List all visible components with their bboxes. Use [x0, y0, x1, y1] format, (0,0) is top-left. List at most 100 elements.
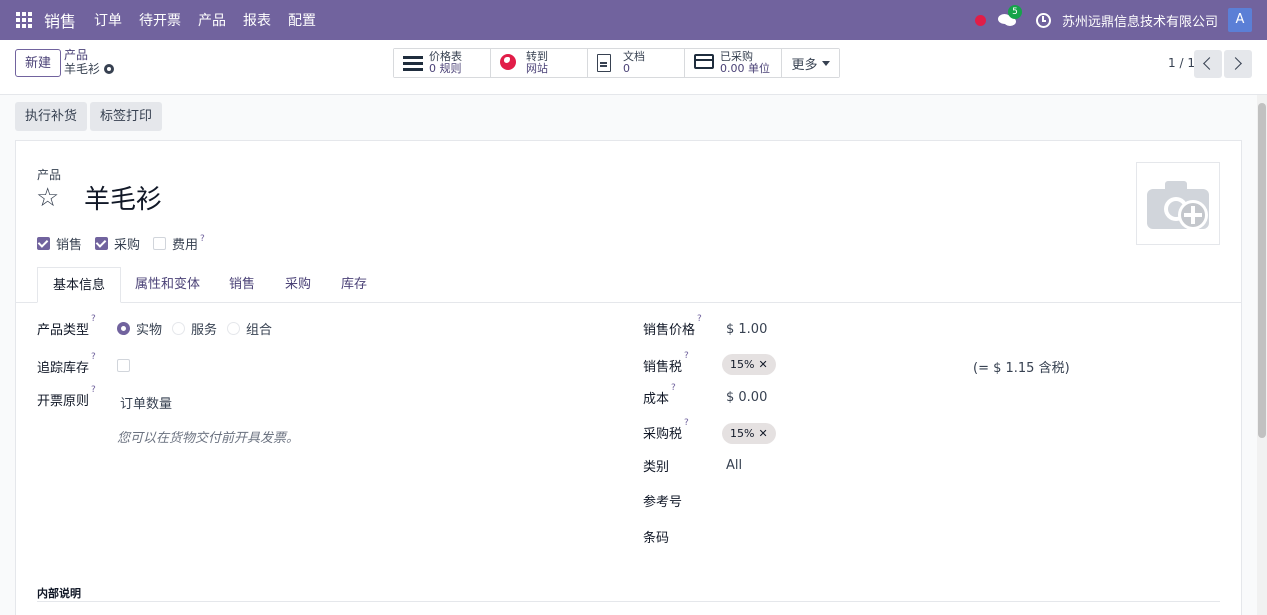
more-label: 更多: [791, 57, 818, 73]
can-be-sold-option[interactable]: 销售: [37, 234, 82, 253]
can-be-sold-label: 销售: [56, 238, 83, 253]
replenish-button[interactable]: 执行补货: [15, 102, 88, 131]
gear-icon[interactable]: [104, 64, 115, 74]
pricelist-button[interactable]: 价格表 0 规则: [394, 49, 491, 77]
section-divider: [37, 601, 1220, 602]
cost-field[interactable]: $ 0.00: [726, 390, 767, 405]
internal-notes-title: 内部说明: [37, 587, 81, 600]
invoice-policy-label: 开票原则?: [37, 385, 96, 409]
help-icon[interactable]: ?: [671, 383, 676, 393]
product-image[interactable]: [1136, 162, 1220, 245]
remove-tag-icon[interactable]: ✕: [758, 358, 767, 371]
can-be-expensed-label: 费用: [172, 238, 199, 253]
scrollbar-thumb[interactable]: [1258, 103, 1266, 438]
pager-value[interactable]: 1 / 1: [1168, 56, 1195, 70]
radio-goods-label: 实物: [136, 323, 163, 338]
tab-general-information[interactable]: 基本信息: [37, 267, 122, 303]
pager-previous-button[interactable]: [1194, 50, 1222, 78]
radio-combo[interactable]: [227, 322, 241, 335]
clock-icon[interactable]: [1035, 12, 1051, 28]
top-navbar: 销售 订单 待开票 产品 报表 配置 5 苏州远鼎信息技术有限公司 A: [0, 0, 1267, 40]
help-icon[interactable]: ?: [91, 352, 96, 362]
cost-label: 成本?: [643, 383, 676, 407]
company-switcher[interactable]: 苏州远鼎信息技术有限公司: [1062, 11, 1218, 30]
go-to-website-button[interactable]: 转到 网站: [491, 49, 588, 77]
can-be-sold-checkbox[interactable]: [37, 237, 50, 250]
form-sheet: [15, 140, 1242, 615]
can-be-purchased-checkbox[interactable]: [95, 237, 109, 250]
globe-icon: [500, 54, 516, 70]
help-icon[interactable]: ?: [200, 234, 205, 244]
can-be-expensed-checkbox[interactable]: [153, 237, 167, 250]
user-avatar[interactable]: A: [1228, 8, 1252, 32]
new-button[interactable]: 新建: [15, 49, 62, 77]
radio-service[interactable]: [172, 322, 186, 335]
camera-add-icon: [1147, 181, 1209, 229]
tax-included-note: (= $ 1.15 含税): [973, 361, 1070, 376]
navbar-systray: 5 苏州远鼎信息技术有限公司 A: [974, 0, 1267, 40]
category-field[interactable]: All: [726, 458, 742, 473]
help-icon[interactable]: ?: [684, 418, 689, 428]
sales-tax-tag-label: 15%: [730, 358, 755, 371]
purchased-button[interactable]: 已采购 0.00 单位: [685, 49, 782, 77]
radio-service-label: 服务: [191, 323, 218, 338]
website-sub: 网站: [526, 62, 548, 75]
pager-next-button[interactable]: [1224, 50, 1252, 78]
document-icon: [597, 54, 611, 72]
breadcrumb-parent[interactable]: 产品: [64, 48, 114, 62]
tab-inventory[interactable]: 库存: [341, 267, 367, 303]
product-type-label: 产品类型?: [37, 314, 96, 338]
product-type-combo[interactable]: 组合: [227, 319, 272, 338]
track-inventory-label: 追踪库存?: [37, 352, 96, 376]
chat-icon[interactable]: 5: [997, 5, 1022, 28]
list-icon: [403, 54, 423, 72]
can-be-expensed-option[interactable]: 费用 ?: [153, 234, 205, 253]
chat-count-badge: 5: [1007, 5, 1022, 19]
purchase-tax-label: 采购税?: [643, 418, 689, 442]
purchase-tax-tag-label: 15%: [730, 427, 755, 440]
menu-reports[interactable]: 报表: [243, 10, 271, 30]
app-name[interactable]: 销售: [44, 8, 76, 32]
menu-orders[interactable]: 订单: [94, 10, 122, 30]
can-be-purchased-option[interactable]: 采购: [95, 234, 140, 253]
can-be-purchased-label: 采购: [114, 238, 141, 253]
help-icon[interactable]: ?: [91, 385, 96, 395]
print-labels-button[interactable]: 标签打印: [90, 102, 163, 131]
breadcrumb-current: 羊毛衫: [64, 62, 115, 76]
pricelist-sub: 0 规则: [429, 62, 462, 75]
sales-price-label: 销售价格?: [643, 314, 702, 338]
documents-button[interactable]: 文档 0: [588, 49, 685, 77]
tab-attributes-variants[interactable]: 属性和变体: [135, 267, 200, 303]
menu-configuration[interactable]: 配置: [288, 10, 316, 30]
product-type-goods[interactable]: 实物: [117, 319, 162, 338]
radio-goods[interactable]: [117, 322, 130, 335]
remove-tag-icon[interactable]: ✕: [758, 427, 767, 440]
purchased-sub: 0.00 单位: [720, 62, 770, 75]
more-button[interactable]: 更多: [782, 49, 839, 77]
invoice-policy-hint: 您可以在货物交付前开具发票。: [117, 431, 300, 446]
help-icon[interactable]: ?: [684, 351, 689, 361]
radio-combo-label: 组合: [246, 323, 273, 338]
product-options: 销售 采购 费用 ?: [37, 234, 218, 253]
invoice-policy-select[interactable]: 订单数量: [120, 393, 172, 412]
status-dot-icon[interactable]: [974, 14, 986, 26]
barcode-label: 条码: [643, 531, 670, 546]
help-icon[interactable]: ?: [697, 314, 702, 324]
sales-tax-tag[interactable]: 15% ✕: [722, 354, 776, 375]
track-inventory-checkbox[interactable]: [117, 359, 130, 372]
help-icon[interactable]: ?: [91, 314, 96, 324]
purchase-tax-tag[interactable]: 15% ✕: [722, 423, 776, 444]
apps-grid-icon[interactable]: [16, 12, 32, 28]
sales-price-field[interactable]: $ 1.00: [726, 322, 767, 337]
star-icon[interactable]: ☆: [36, 184, 59, 212]
menu-products[interactable]: 产品: [198, 10, 226, 30]
tab-purchase[interactable]: 采购: [285, 267, 311, 303]
documents-sub: 0: [623, 62, 630, 75]
menu-to-invoice[interactable]: 待开票: [139, 10, 181, 30]
breadcrumb: 产品 羊毛衫: [64, 48, 115, 76]
product-name-field[interactable]: 羊毛衫: [84, 184, 162, 216]
product-label: 产品: [37, 168, 62, 182]
tab-sales[interactable]: 销售: [229, 267, 255, 303]
product-type-radio: 实物 服务 组合: [117, 319, 282, 338]
product-type-service[interactable]: 服务: [172, 319, 217, 338]
